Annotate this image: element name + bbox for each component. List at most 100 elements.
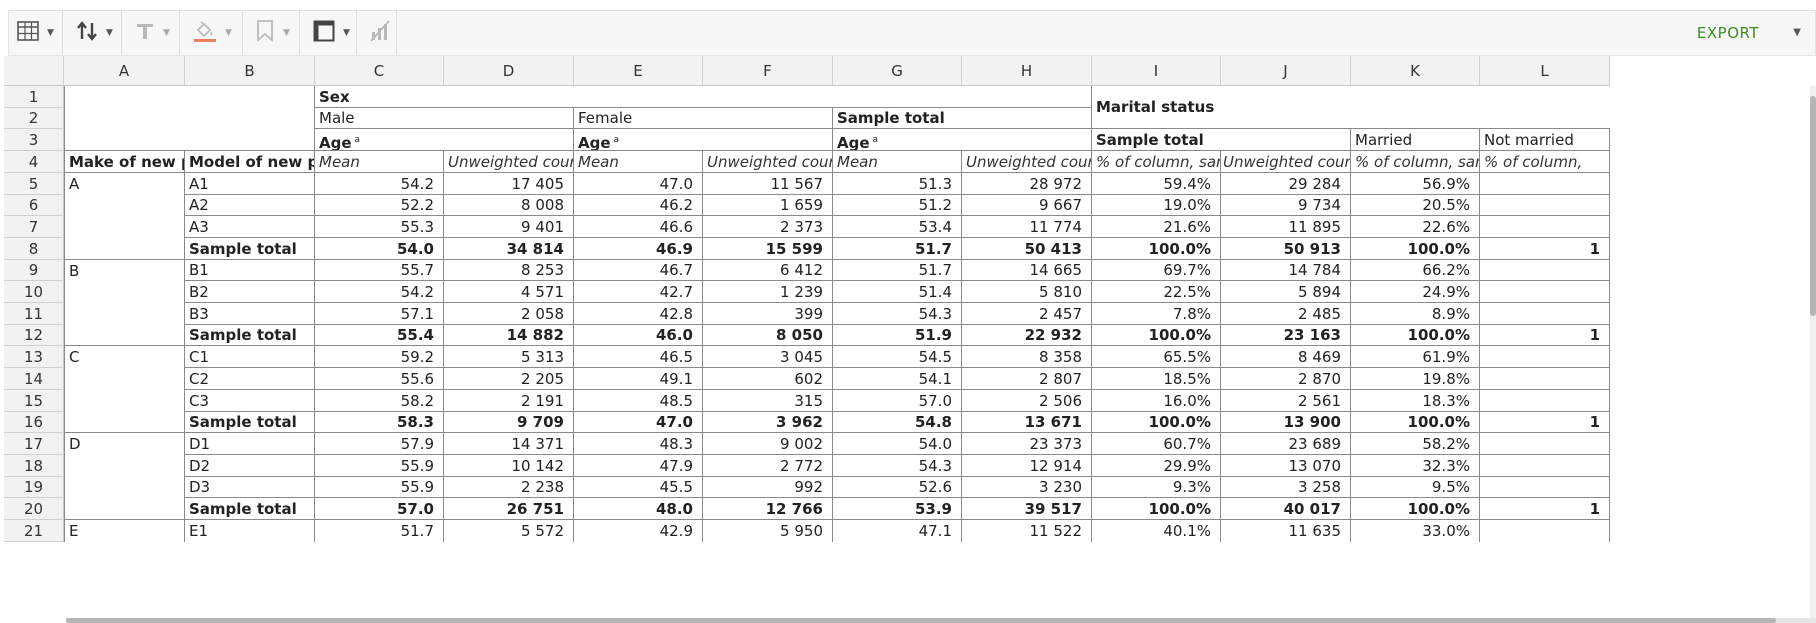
cell-value[interactable]: 42.7: [574, 281, 703, 303]
cell-value[interactable]: [1480, 195, 1610, 216]
cell-value[interactable]: 14 665: [962, 260, 1092, 281]
cell-value[interactable]: 22.5%: [1092, 281, 1221, 303]
cell-age-header[interactable]: Age a: [833, 129, 1092, 151]
cell-value[interactable]: 2 457: [962, 303, 1092, 325]
cell-value[interactable]: 59.2: [315, 346, 444, 368]
cell-value[interactable]: 8 050: [703, 325, 833, 346]
cell-value[interactable]: 29 284: [1221, 173, 1351, 195]
cell-model[interactable]: A3: [185, 216, 315, 238]
cell-model[interactable]: D2: [185, 455, 315, 477]
cell-value[interactable]: 9 667: [962, 195, 1092, 216]
cell-value[interactable]: 28 972: [962, 173, 1092, 195]
cell-value[interactable]: 48.3: [574, 433, 703, 455]
cell-value[interactable]: 69.7%: [1092, 260, 1221, 281]
chart-toggle[interactable]: [369, 11, 391, 55]
cell-value[interactable]: 19.0%: [1092, 195, 1221, 216]
row-header[interactable]: 6: [4, 195, 64, 216]
cell-mean-header[interactable]: Mean: [315, 151, 444, 173]
cell-value[interactable]: 42.8: [574, 303, 703, 325]
cell-value[interactable]: 54.2: [315, 281, 444, 303]
cell-value[interactable]: 100.0%: [1092, 498, 1221, 520]
cell-value[interactable]: 42.9: [574, 520, 703, 542]
cell-value[interactable]: 22 932: [962, 325, 1092, 346]
cell-value[interactable]: [1480, 281, 1610, 303]
cell-model[interactable]: C3: [185, 390, 315, 412]
cell-value[interactable]: 51.7: [833, 260, 962, 281]
cell-model[interactable]: C1: [185, 346, 315, 368]
fill-color-menu[interactable]: ▼: [193, 11, 232, 55]
cell-value[interactable]: 46.2: [574, 195, 703, 216]
cell-value[interactable]: 54.3: [833, 303, 962, 325]
cell-value[interactable]: 11 774: [962, 216, 1092, 238]
cell-value[interactable]: 1: [1480, 325, 1610, 346]
cell-value[interactable]: 5 894: [1221, 281, 1351, 303]
cell-value[interactable]: 50 913: [1221, 238, 1351, 260]
scrollbar-thumb[interactable]: [66, 618, 1776, 623]
row-header[interactable]: 16: [4, 412, 64, 433]
cell-make[interactable]: E: [64, 520, 185, 542]
cell-value[interactable]: 65.5%: [1092, 346, 1221, 368]
cell-age-header[interactable]: Age a: [315, 129, 574, 151]
cell-value[interactable]: 2 506: [962, 390, 1092, 412]
cell-value[interactable]: 5 572: [444, 520, 574, 542]
cell-value[interactable]: 9 002: [703, 433, 833, 455]
cell-value[interactable]: 66.2%: [1351, 260, 1480, 281]
column-header-d[interactable]: D: [444, 56, 574, 86]
cell-not-married-header[interactable]: Not married: [1480, 129, 1610, 151]
cell-value[interactable]: 399: [703, 303, 833, 325]
cell-value[interactable]: 58.2: [315, 390, 444, 412]
cell-value[interactable]: [1480, 216, 1610, 238]
cell-value[interactable]: 17 405: [444, 173, 574, 195]
cell-value[interactable]: 21.6%: [1092, 216, 1221, 238]
cell-value[interactable]: 55.6: [315, 368, 444, 390]
row-header[interactable]: 18: [4, 455, 64, 477]
cell-value[interactable]: 33.0%: [1351, 520, 1480, 542]
cell-value[interactable]: 55.9: [315, 477, 444, 498]
row-header[interactable]: 4: [4, 151, 64, 173]
cell-value[interactable]: 8 008: [444, 195, 574, 216]
cell-value[interactable]: 100.0%: [1092, 238, 1221, 260]
row-header[interactable]: 3: [4, 129, 64, 151]
cell-value[interactable]: 11 895: [1221, 216, 1351, 238]
cell-value[interactable]: 48.5: [574, 390, 703, 412]
cell-value[interactable]: 55.9: [315, 455, 444, 477]
cell-value[interactable]: 34 814: [444, 238, 574, 260]
cell-value[interactable]: 9.5%: [1351, 477, 1480, 498]
cell-value[interactable]: 52.6: [833, 477, 962, 498]
cell-value[interactable]: 8 358: [962, 346, 1092, 368]
cell-value[interactable]: 13 070: [1221, 455, 1351, 477]
cell-value[interactable]: 1: [1480, 238, 1610, 260]
cell-marital-status-header[interactable]: Marital status: [1092, 86, 1610, 129]
chevron-down-icon[interactable]: ▼: [106, 28, 113, 38]
cell-value[interactable]: [1480, 260, 1610, 281]
cell-value[interactable]: 992: [703, 477, 833, 498]
cell-make[interactable]: D: [64, 433, 185, 520]
bookmark-menu[interactable]: ▼: [255, 11, 290, 55]
column-header-c[interactable]: C: [315, 56, 444, 86]
cell-value[interactable]: 54.2: [315, 173, 444, 195]
scrollbar-thumb[interactable]: [1810, 96, 1816, 316]
cell-sex-header[interactable]: Sex: [315, 86, 1092, 108]
cell-value[interactable]: 47.1: [833, 520, 962, 542]
cell-value[interactable]: 45.5: [574, 477, 703, 498]
row-header[interactable]: 20: [4, 498, 64, 520]
cell-unweighted-count-header[interactable]: Unweighted count: [703, 151, 833, 173]
cell-value[interactable]: [1480, 346, 1610, 368]
column-header-l[interactable]: L: [1480, 56, 1610, 86]
cell-value[interactable]: 2 058: [444, 303, 574, 325]
cell-value[interactable]: 47.0: [574, 412, 703, 433]
cell-value[interactable]: 53.4: [833, 216, 962, 238]
cell-value[interactable]: 12 766: [703, 498, 833, 520]
cell-value[interactable]: 15 599: [703, 238, 833, 260]
cell-value[interactable]: 57.0: [315, 498, 444, 520]
cell-model[interactable]: A2: [185, 195, 315, 216]
sort-menu[interactable]: ▼: [76, 11, 113, 55]
cell-model[interactable]: B3: [185, 303, 315, 325]
cell-value[interactable]: 52.2: [315, 195, 444, 216]
cell-value[interactable]: 40.1%: [1092, 520, 1221, 542]
cell-value[interactable]: [1480, 368, 1610, 390]
cell-value[interactable]: 2 238: [444, 477, 574, 498]
cell-value[interactable]: 13 900: [1221, 412, 1351, 433]
cell-value[interactable]: 3 045: [703, 346, 833, 368]
cell-value[interactable]: 9 734: [1221, 195, 1351, 216]
